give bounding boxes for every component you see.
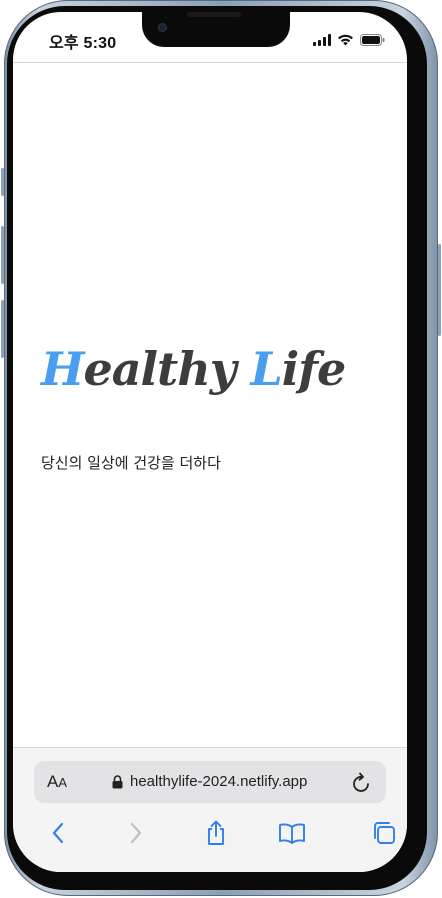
wifi-icon	[337, 31, 354, 50]
lock-icon	[112, 774, 123, 793]
notch	[142, 12, 290, 47]
share-icon[interactable]	[201, 818, 231, 848]
volume-up-button	[1, 226, 4, 284]
logo-text-ife: ife	[281, 342, 347, 396]
logo-letter-h: H	[41, 342, 84, 396]
url-text[interactable]: healthylife-2024.netlify.app	[130, 773, 307, 790]
reload-icon[interactable]	[352, 771, 372, 797]
text-size-label: A	[47, 772, 59, 791]
battery-icon	[360, 31, 385, 50]
safari-toolbar: AA healthylife-2024.netlify.app	[13, 747, 407, 872]
cellular-signal-icon	[313, 31, 331, 50]
tagline: 당신의 일상에 건강을 더하다	[41, 454, 221, 472]
bookmarks-icon[interactable]	[277, 818, 307, 848]
power-button	[438, 244, 441, 336]
forward-chevron-icon[interactable]	[121, 818, 151, 848]
speaker-grille	[187, 12, 241, 17]
back-chevron-icon[interactable]	[43, 818, 73, 848]
text-size-button[interactable]: AA	[47, 772, 67, 792]
logo-letter-l: L	[250, 342, 282, 396]
action-button	[1, 168, 4, 196]
status-time: 오후 5:30	[49, 35, 117, 52]
browser-nav-row	[13, 818, 407, 848]
tabs-icon[interactable]	[369, 818, 399, 848]
logo-text-ealthy: ealthy	[83, 342, 251, 396]
address-bar[interactable]: AA healthylife-2024.netlify.app	[34, 761, 386, 803]
text-size-label-small: A	[58, 775, 68, 790]
phone-screen: 오후 5:30 Healthy Life 당신의 일상에 건강을 더하다 AA …	[13, 12, 407, 872]
volume-down-button	[1, 300, 4, 358]
status-icons	[313, 31, 385, 50]
site-logo[interactable]: Healthy Life	[41, 342, 347, 396]
top-divider	[13, 62, 407, 63]
front-camera	[158, 23, 167, 32]
